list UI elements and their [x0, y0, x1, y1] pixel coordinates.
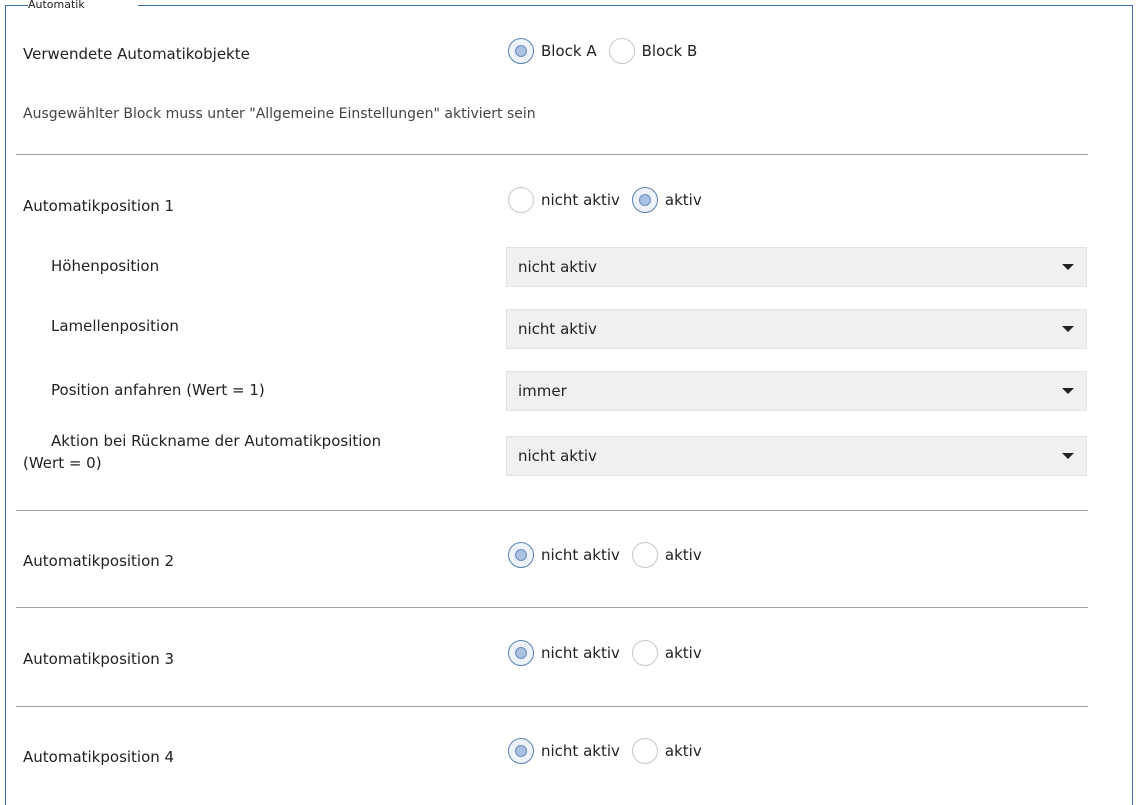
pos3-nicht-aktiv-label[interactable]: nicht aktiv: [541, 644, 620, 662]
pos1-aktiv-radio[interactable]: [631, 187, 658, 213]
chevron-down-icon: [1062, 453, 1074, 459]
automatikposition-2-label: Automatikposition 2: [23, 552, 175, 570]
used-objects-label: Verwendete Automatikobjekte: [23, 45, 250, 63]
automatikposition-2-radio-group: nicht aktiv aktiv: [508, 541, 714, 569]
lamellenposition-value: nicht aktiv: [518, 320, 597, 338]
divider: [16, 510, 1088, 511]
pos1-nicht-aktiv-label[interactable]: nicht aktiv: [541, 191, 620, 209]
pos4-nicht-aktiv-radio[interactable]: [508, 738, 534, 764]
pos2-aktiv-radio[interactable]: [631, 542, 658, 568]
automatikposition-4-label: Automatikposition 4: [23, 748, 175, 766]
pos2-nicht-aktiv-radio[interactable]: [508, 542, 534, 568]
position-anfahren-dropdown[interactable]: immer: [506, 371, 1087, 411]
block-b-radio[interactable]: [608, 38, 635, 64]
chevron-down-icon: [1062, 264, 1074, 270]
chevron-down-icon: [1062, 388, 1074, 394]
used-objects-note: Ausgewählter Block muss unter "Allgemein…: [23, 106, 536, 122]
pos3-aktiv-radio[interactable]: [631, 640, 658, 666]
pos1-aktiv-label[interactable]: aktiv: [665, 191, 702, 209]
position-anfahren-value: immer: [518, 382, 567, 400]
lamellenposition-label: Lamellenposition: [51, 317, 179, 335]
block-b-label[interactable]: Block B: [642, 42, 698, 60]
automatikposition-3-label: Automatikposition 3: [23, 650, 175, 668]
pos2-aktiv-label[interactable]: aktiv: [665, 546, 702, 564]
aktion-ruecknahme-value: nicht aktiv: [518, 447, 597, 465]
pos2-nicht-aktiv-label[interactable]: nicht aktiv: [541, 546, 620, 564]
automatikposition-4-radio-group: nicht aktiv aktiv: [508, 737, 714, 765]
pos4-aktiv-label[interactable]: aktiv: [665, 742, 702, 760]
divider: [16, 607, 1088, 608]
pos4-nicht-aktiv-label[interactable]: nicht aktiv: [541, 742, 620, 760]
lamellenposition-dropdown[interactable]: nicht aktiv: [506, 309, 1087, 349]
block-a-radio[interactable]: [508, 38, 534, 64]
used-objects-radio-group: Block A Block B: [508, 37, 709, 65]
aktion-ruecknahme-label-line1: Aktion bei Rückname der Automatikpositio…: [51, 432, 382, 450]
automatikposition-1-radio-group: nicht aktiv aktiv: [508, 186, 714, 214]
pos1-nicht-aktiv-radio[interactable]: [508, 187, 534, 213]
position-anfahren-label: Position anfahren (Wert = 1): [51, 381, 265, 399]
aktion-ruecknahme-label-line2: (Wert = 0): [23, 454, 102, 472]
divider: [16, 706, 1088, 707]
pos3-nicht-aktiv-radio[interactable]: [508, 640, 534, 666]
panel-title: Automatik: [28, 0, 138, 10]
automatikposition-3-radio-group: nicht aktiv aktiv: [508, 639, 714, 667]
hoehenposition-dropdown[interactable]: nicht aktiv: [506, 247, 1087, 287]
block-a-label[interactable]: Block A: [541, 42, 597, 60]
pos3-aktiv-label[interactable]: aktiv: [665, 644, 702, 662]
hoehenposition-value: nicht aktiv: [518, 258, 597, 276]
divider: [16, 154, 1088, 155]
automatikposition-1-label: Automatikposition 1: [23, 197, 175, 215]
hoehenposition-label: Höhenposition: [51, 257, 160, 275]
chevron-down-icon: [1062, 326, 1074, 332]
aktion-ruecknahme-dropdown[interactable]: nicht aktiv: [506, 436, 1087, 476]
pos4-aktiv-radio[interactable]: [631, 738, 658, 764]
